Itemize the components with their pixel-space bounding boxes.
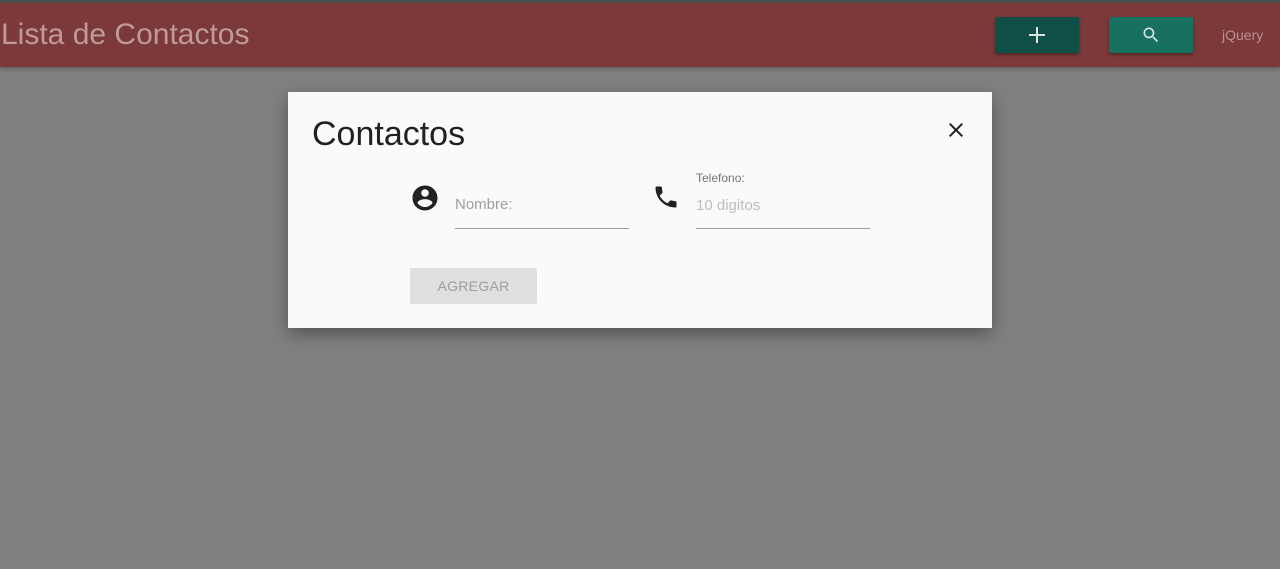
telefono-field [696, 186, 870, 229]
close-icon [949, 123, 963, 137]
account-circle-icon [412, 185, 438, 211]
nombre-field[interactable]: Nombre: [455, 186, 629, 229]
close-modal-button[interactable] [944, 118, 968, 142]
modal-title: Contactos [312, 115, 466, 153]
app-title: Lista de Contactos [1, 18, 250, 51]
telefono-input[interactable] [696, 194, 870, 216]
search-nav-button[interactable] [1109, 17, 1193, 53]
search-icon [1143, 27, 1159, 43]
nombre-label: Nombre: [455, 196, 513, 213]
telefono-label: Telefono: [696, 171, 745, 185]
phone-icon [655, 186, 677, 208]
jquery-nav-link[interactable]: jQuery [1222, 27, 1263, 43]
app-navbar: Lista de Contactos jQuery [0, 3, 1280, 67]
agregar-button[interactable]: AGREGAR [410, 268, 537, 304]
add-contact-nav-button[interactable] [995, 17, 1079, 53]
contact-modal: Contactos Nombre: Telefono: AGREGAR [288, 92, 992, 328]
plus-icon [1029, 27, 1045, 43]
